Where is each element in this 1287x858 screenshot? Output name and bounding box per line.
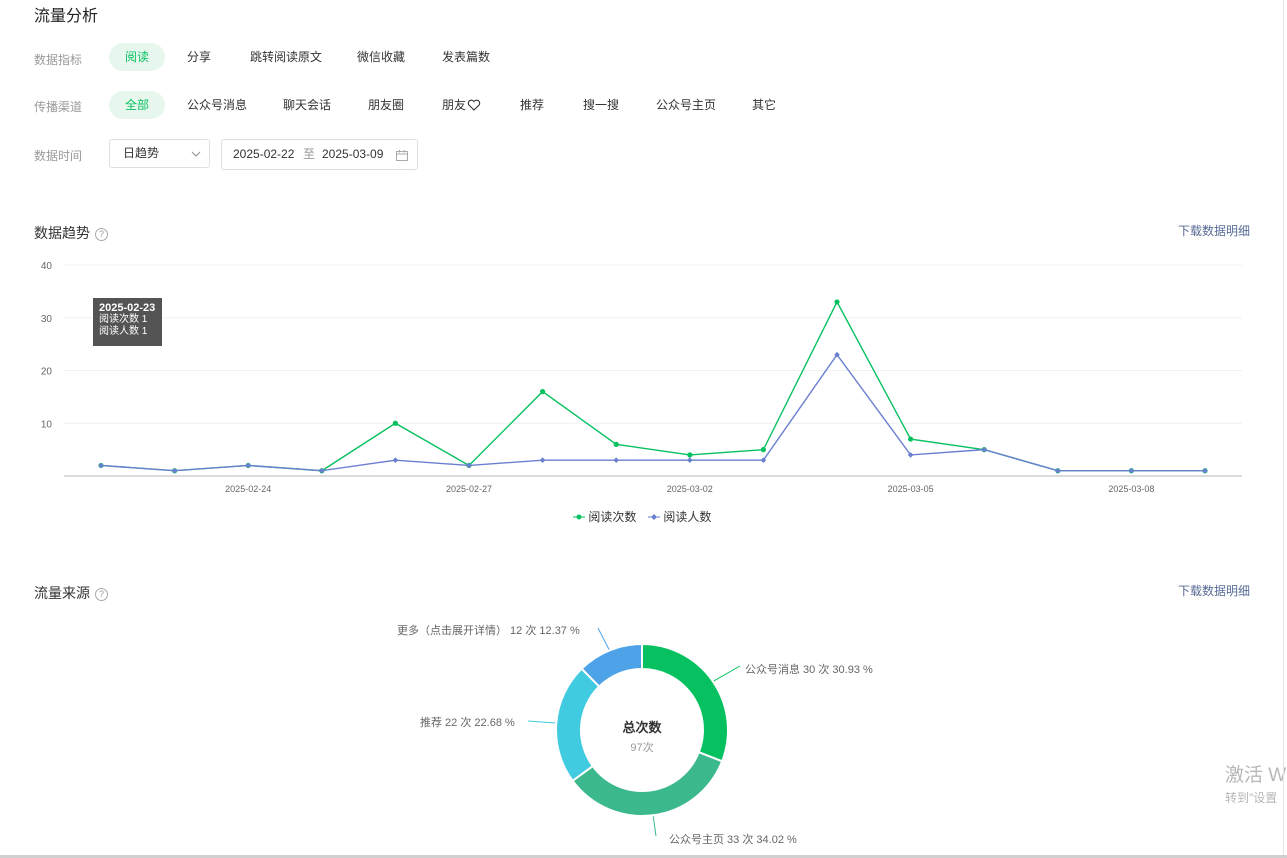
granularity-select[interactable]: 日趋势 bbox=[109, 139, 210, 168]
tooltip-reader-count: 阅读人数 1 bbox=[99, 326, 148, 337]
data-point-reader-count bbox=[171, 467, 178, 474]
legend-item-read-count[interactable]: 阅读次数 bbox=[573, 508, 636, 525]
data-point-read-count bbox=[908, 436, 914, 442]
granularity-value: 日趋势 bbox=[123, 146, 160, 160]
channel-option-search[interactable]: 搜一搜 bbox=[567, 91, 635, 119]
channel-option-recommend[interactable]: 推荐 bbox=[504, 91, 560, 119]
data-point-read-count bbox=[687, 452, 693, 458]
x-tick-label: 2025-03-08 bbox=[1108, 484, 1154, 494]
data-point-reader-count bbox=[392, 457, 399, 463]
pie-leader-line bbox=[527, 720, 556, 724]
pie-label-official-home: 公众号主页 33 次 34.02 % bbox=[669, 834, 797, 846]
pie-leader-line bbox=[652, 816, 657, 837]
help-circle-icon[interactable]: ? bbox=[95, 228, 108, 241]
data-point-reader-count bbox=[98, 462, 104, 469]
date-separator: 至 bbox=[303, 147, 316, 161]
date-range-picker[interactable]: 2025-02-22 至 2025-03-09 bbox=[221, 139, 418, 170]
legend-item-reader-count[interactable]: 阅读人数 bbox=[648, 508, 711, 525]
metric-filter-label: 数据指标 bbox=[34, 53, 83, 67]
channel-option-friends-label: 朋友 bbox=[442, 98, 467, 112]
source-download-link[interactable]: 下载数据明细 bbox=[1178, 582, 1250, 599]
y-tick-label: 40 bbox=[41, 261, 53, 272]
channel-option-moments[interactable]: 朋友圈 bbox=[352, 91, 420, 119]
chart-tooltip: 2025-02-23 阅读次数 1 阅读人数 1 bbox=[93, 298, 162, 346]
legend-read-count-label: 阅读次数 bbox=[588, 510, 637, 524]
data-point-reader-count bbox=[1055, 467, 1061, 474]
trend-download-link[interactable]: 下载数据明细 bbox=[1178, 222, 1250, 239]
activation-line2: 转到"设置 bbox=[1225, 791, 1278, 805]
metric-option-share[interactable]: 分享 bbox=[171, 43, 227, 71]
data-point-read-count bbox=[760, 447, 767, 453]
channel-option-all[interactable]: 全部 bbox=[109, 91, 166, 119]
x-tick-label: 2025-03-05 bbox=[888, 484, 934, 494]
activation-watermark: 激活 W 转到"设置 bbox=[1225, 760, 1286, 806]
series-line-reader-count bbox=[100, 353, 1205, 472]
chevron-down-icon bbox=[191, 151, 201, 157]
y-tick-label: 20 bbox=[41, 367, 53, 378]
pie-label-official-msg: 公众号消息 30 次 30.93 % bbox=[745, 664, 873, 676]
time-filter-label: 数据时间 bbox=[34, 149, 83, 163]
activation-line1: 激活 W bbox=[1225, 765, 1287, 786]
data-point-reader-count bbox=[245, 462, 251, 469]
channel-option-chat[interactable]: 聊天会话 bbox=[267, 91, 347, 119]
donut-center: 总次数 97次 bbox=[592, 717, 692, 755]
y-tick-label: 30 bbox=[41, 314, 53, 325]
donut-slice-official-home[interactable] bbox=[571, 750, 724, 817]
data-point-read-count bbox=[834, 299, 840, 305]
legend-read-count-marker bbox=[573, 514, 585, 520]
channel-option-other[interactable]: 其它 bbox=[736, 91, 792, 119]
tooltip-date: 2025-02-23 bbox=[99, 302, 156, 314]
channel-option-official-home[interactable]: 公众号主页 bbox=[640, 91, 732, 119]
scroll-edge bbox=[1283, 0, 1284, 855]
legend-reader-count-marker bbox=[648, 514, 660, 520]
data-point-read-count bbox=[613, 441, 619, 447]
metric-option-read[interactable]: 阅读 bbox=[109, 43, 166, 71]
channel-filter-label: 传播渠道 bbox=[34, 100, 83, 114]
pie-label-more[interactable]: 更多（点击展开详情） 12 次 12.37 % bbox=[397, 622, 580, 638]
x-tick-label: 2025-02-27 bbox=[446, 484, 492, 494]
data-point-reader-count bbox=[1128, 467, 1135, 474]
x-tick-label: 2025-03-02 bbox=[667, 484, 713, 494]
start-date: 2025-02-22 bbox=[233, 147, 295, 161]
donut-center-title: 总次数 bbox=[622, 720, 662, 735]
trend-line-chart: 10 20 30 40 2025-02-24 2025-02-27 2025-03-02 20… bbox=[41, 261, 1242, 494]
data-point-reader-count bbox=[1202, 467, 1208, 474]
donut-center-value: 97次 bbox=[630, 742, 654, 754]
tooltip-read-count: 阅读次数 1 bbox=[99, 314, 148, 325]
trend-section-title: 数据趋势? bbox=[34, 223, 108, 243]
metric-option-publish-count[interactable]: 发表篇数 bbox=[426, 43, 506, 71]
calendar-icon bbox=[396, 150, 408, 161]
metric-option-jump-original[interactable]: 跳转阅读原文 bbox=[234, 43, 338, 71]
data-point-read-count bbox=[540, 389, 546, 395]
end-date: 2025-03-09 bbox=[322, 147, 384, 161]
source-title-text: 流量来源 bbox=[34, 585, 90, 601]
page-title: 流量分析 bbox=[34, 8, 99, 25]
trend-title-text: 数据趋势 bbox=[34, 225, 90, 241]
data-point-reader-count bbox=[539, 457, 546, 463]
heart-icon bbox=[467, 99, 481, 111]
pie-leader-line bbox=[597, 627, 610, 650]
series-line-read-count bbox=[100, 300, 1205, 472]
channel-option-friends[interactable]: 朋友 bbox=[426, 91, 497, 119]
x-tick-label: 2025-02-24 bbox=[225, 484, 271, 494]
data-point-reader-count bbox=[687, 457, 693, 463]
pie-leader-line bbox=[713, 665, 741, 682]
metric-option-wechat-fav[interactable]: 微信收藏 bbox=[341, 43, 421, 71]
y-tick-label: 10 bbox=[41, 419, 53, 430]
pie-label-recommend: 推荐 22 次 22.68 % bbox=[420, 717, 515, 729]
data-point-reader-count bbox=[613, 457, 619, 463]
data-point-reader-count bbox=[981, 446, 987, 453]
data-point-read-count bbox=[392, 420, 398, 426]
channel-option-official-msg[interactable]: 公众号消息 bbox=[171, 91, 263, 119]
legend-reader-count-label: 阅读人数 bbox=[663, 510, 712, 524]
